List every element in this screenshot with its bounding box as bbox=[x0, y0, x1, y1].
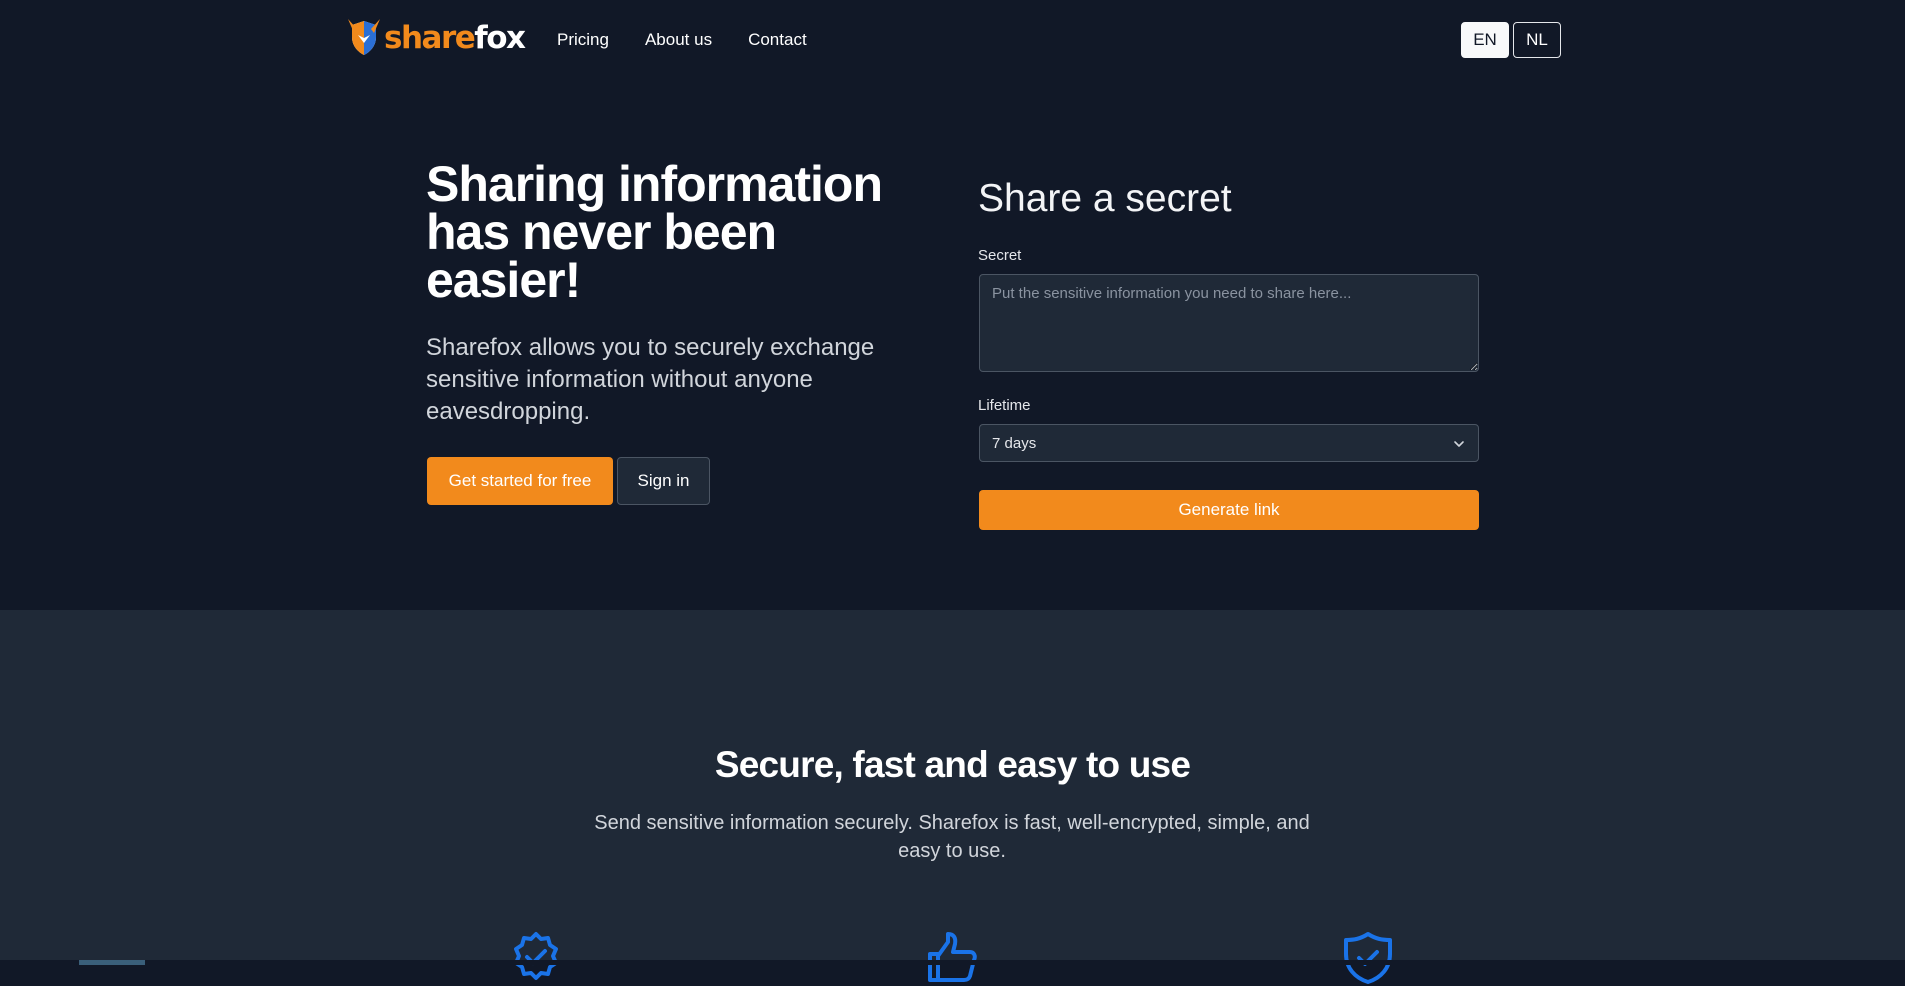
hero-subtitle-line: sensitive information without anyone bbox=[426, 366, 813, 393]
logo-text-share: share bbox=[384, 20, 476, 56]
thumb-up-icon bbox=[928, 932, 977, 982]
bottom-edge-bar bbox=[0, 960, 1905, 965]
features-subtitle-line: easy to use. bbox=[898, 840, 1006, 862]
hero-subtitle-line: eavesdropping. bbox=[426, 398, 591, 425]
features-title: Secure, fast and easy to use bbox=[714, 744, 1191, 785]
badge-check-icon bbox=[514, 932, 558, 980]
bottom-edge-accent bbox=[79, 960, 145, 965]
nav-links: Pricing About us Contact bbox=[557, 29, 843, 51]
fox-shield-icon bbox=[348, 19, 380, 55]
logo-text-fox: fox bbox=[474, 20, 526, 56]
get-started-button[interactable]: Get started for free bbox=[427, 457, 613, 505]
language-en-button[interactable]: EN bbox=[1461, 22, 1509, 58]
nav-link-contact[interactable]: Contact bbox=[748, 29, 807, 51]
hero-title-line: has never been bbox=[426, 204, 777, 260]
shield-check-icon bbox=[1344, 932, 1392, 984]
share-secret-title: Share a secret bbox=[978, 177, 1232, 220]
features-section: Secure, fast and easy to use Send sensit… bbox=[0, 610, 1905, 984]
secret-input[interactable] bbox=[979, 274, 1479, 372]
features-subtitle: Send sensitive information securely. Sha… bbox=[552, 809, 1352, 865]
features-subtitle-line: Send sensitive information securely. Sha… bbox=[594, 812, 1310, 834]
logo-text: sharefox bbox=[384, 19, 526, 57]
secret-label: Secret bbox=[978, 247, 1022, 264]
chevron-down-icon bbox=[1454, 441, 1464, 447]
lifetime-select-value: 7 days bbox=[992, 435, 1037, 452]
hero-subtitle: Sharefox allows you to securely exchange… bbox=[426, 332, 916, 428]
nav-link-about[interactable]: About us bbox=[645, 29, 712, 51]
hero-title-line: Sharing information bbox=[426, 156, 883, 212]
hero-title: Sharing information has never been easie… bbox=[426, 156, 906, 308]
lifetime-select[interactable]: 7 days bbox=[979, 424, 1479, 462]
top-navigation: sharefox Pricing About us Contact EN NL bbox=[0, 0, 1905, 80]
language-nl-button[interactable]: NL bbox=[1513, 22, 1561, 58]
sharefox-logo[interactable]: sharefox bbox=[348, 19, 526, 57]
hero-title-line: easier! bbox=[426, 252, 581, 308]
hero-subtitle-line: Sharefox allows you to securely exchange bbox=[426, 334, 875, 361]
sign-in-button[interactable]: Sign in bbox=[617, 457, 710, 505]
generate-link-button[interactable]: Generate link bbox=[979, 490, 1479, 530]
lifetime-label: Lifetime bbox=[978, 397, 1031, 414]
nav-link-pricing[interactable]: Pricing bbox=[557, 29, 609, 51]
